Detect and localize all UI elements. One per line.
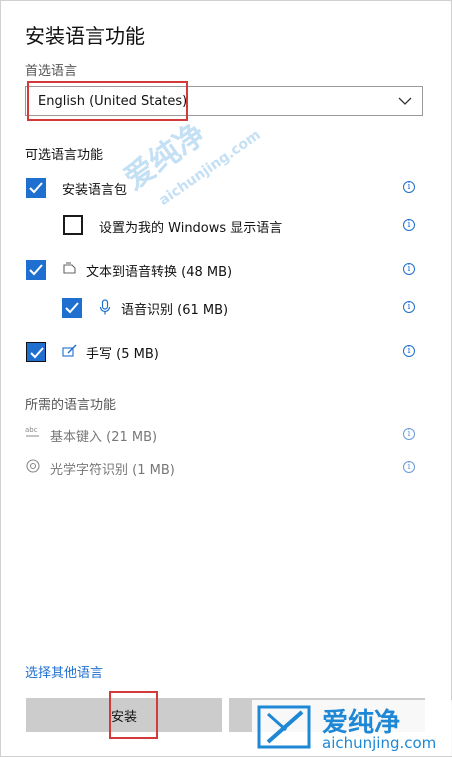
- chevron-down-icon: [398, 97, 412, 105]
- checkbox-text-to-speech[interactable]: [26, 260, 46, 280]
- info-icon[interactable]: i: [403, 181, 415, 193]
- info-icon[interactable]: i: [403, 345, 415, 357]
- abc-icon: abc: [25, 426, 39, 437]
- checkbox-set-display-language[interactable]: [63, 215, 83, 235]
- info-icon[interactable]: i: [403, 428, 415, 440]
- info-icon[interactable]: i: [403, 301, 415, 313]
- microphone-icon: [99, 299, 111, 315]
- speech-recognition-label: 语音识别 (61 MB): [121, 303, 229, 318]
- optional-features-heading: 可选语言功能: [25, 148, 104, 163]
- pen-icon: [62, 344, 77, 357]
- handwriting-label: 手写 (5 MB): [86, 347, 159, 362]
- dialog-title: 安装语言功能: [25, 24, 145, 48]
- preferred-language-label: 首选语言: [25, 64, 78, 79]
- checkbox-install-language-pack[interactable]: [26, 178, 46, 198]
- ocr-label: 光学字符识别 (1 MB): [50, 463, 175, 478]
- ocr-camera-icon: [26, 459, 40, 473]
- info-icon[interactable]: i: [403, 219, 415, 231]
- highlight-box-language: [27, 81, 188, 121]
- install-language-pack-label: 安装语言包: [62, 183, 128, 198]
- basic-typing-label: 基本键入 (21 MB): [50, 430, 158, 445]
- choose-other-language-link[interactable]: 选择其他语言: [25, 662, 103, 681]
- checkbox-speech-recognition[interactable]: [62, 298, 82, 318]
- info-icon[interactable]: i: [403, 461, 415, 473]
- watermark-logo: 爱纯净 aichunjing.com: [252, 700, 452, 756]
- svg-text:abc: abc: [25, 426, 38, 434]
- speech-icon: [63, 262, 76, 274]
- watermark-logo-url: aichunjing.com: [322, 734, 437, 752]
- set-display-language-label: 设置为我的 Windows 显示语言: [99, 221, 283, 236]
- checkbox-handwriting[interactable]: [26, 342, 46, 362]
- required-features-heading: 所需的语言功能: [25, 398, 117, 413]
- highlight-box-install: [109, 691, 158, 739]
- info-icon[interactable]: i: [403, 263, 415, 275]
- text-to-speech-label: 文本到语音转换 (48 MB): [86, 265, 233, 280]
- brand-logo-icon: [257, 705, 311, 749]
